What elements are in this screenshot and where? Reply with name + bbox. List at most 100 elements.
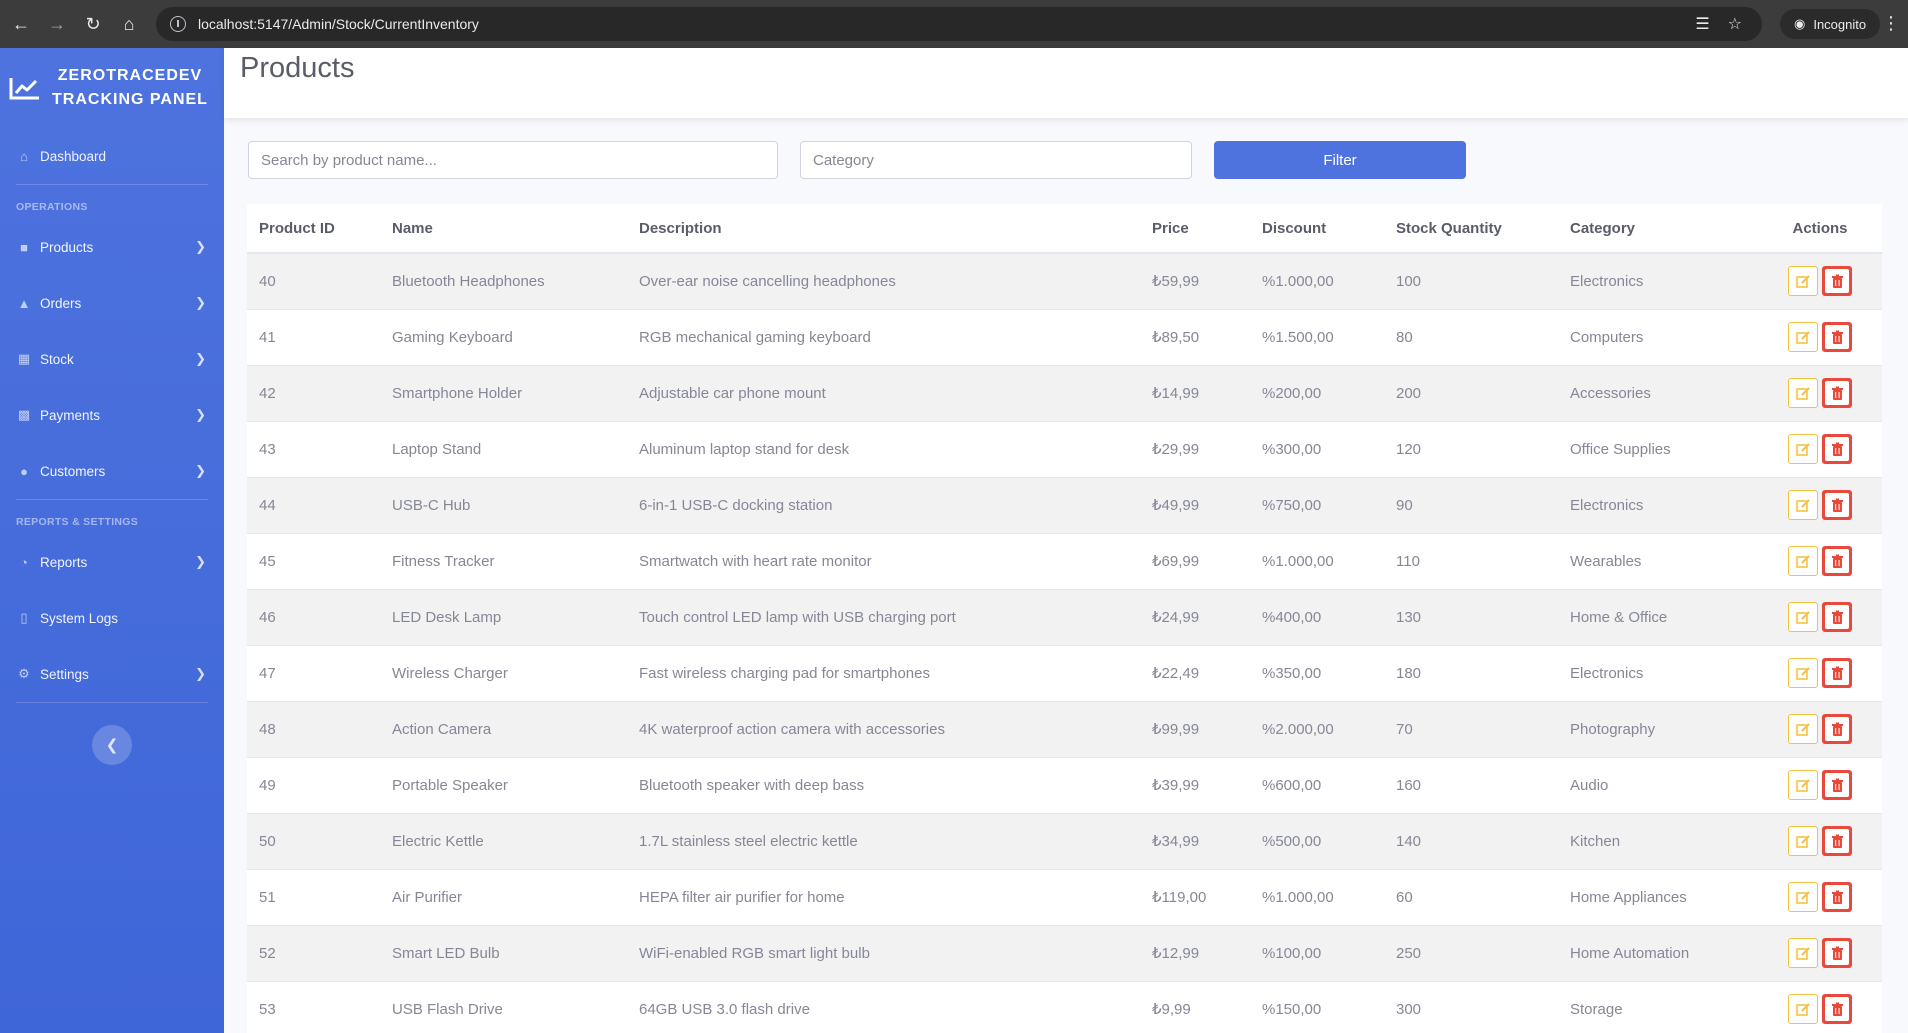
description-cell: RGB mechanical gaming keyboard [627,308,1140,365]
sidebar-item-reports[interactable]: ◔ Reports ❯ [0,534,224,590]
discount-cell: %2.000,00 [1250,700,1384,757]
price-cell: ₺89,50 [1140,308,1250,365]
price-cell: ₺59,99 [1140,252,1250,309]
back-icon[interactable]: ← [6,9,36,39]
delete-button[interactable] [1822,714,1852,744]
incognito-icon: ◉ [1794,16,1806,31]
edit-button[interactable] [1788,322,1818,352]
brand[interactable]: ZEROTRACEDEV TRACKING PANEL [0,48,224,128]
name-cell: Action Camera [380,700,627,757]
discount-cell: %100,00 [1250,924,1384,981]
edit-button[interactable] [1788,714,1818,744]
trash-icon [1832,386,1843,400]
column-header[interactable]: Stock Quantity [1384,204,1558,254]
sidebar-item-dashboard[interactable]: ⌂ Dashboard [0,128,224,184]
sidebar-item-label: Orders [40,295,82,311]
filter-button[interactable]: Filter [1214,141,1466,179]
delete-button[interactable] [1822,546,1852,576]
edit-button[interactable] [1788,266,1818,297]
category-cell: Office Supplies [1558,420,1758,477]
sidebar-item-orders[interactable]: ▲ Orders ❯ [0,275,224,331]
sidebar-item-payments[interactable]: ▩ Payments ❯ [0,387,224,443]
address-bar[interactable]: localhost:5147/Admin/Stock/CurrentInvent… [156,7,1762,41]
delete-button[interactable] [1822,938,1852,968]
column-header[interactable]: Product ID [247,204,380,254]
delete-button[interactable] [1822,882,1852,912]
edit-button[interactable] [1788,546,1818,576]
name-cell: Air Purifier [380,868,627,925]
edit-button[interactable] [1788,882,1818,912]
table-row: 46 LED Desk Lamp Touch control LED lamp wi… [247,588,1882,645]
actions-cell [1758,588,1882,645]
sidebar-item-label: Reports [40,554,88,570]
stock-quantity-cell: 110 [1384,532,1558,589]
name-cell: Laptop Stand [380,420,627,477]
delete-button[interactable] [1822,770,1852,800]
delete-button[interactable] [1822,490,1852,520]
edit-button[interactable] [1788,994,1818,1025]
search-input[interactable]: Search by product name... [248,141,778,179]
column-header[interactable]: Discount [1250,204,1384,254]
category-cell: Electronics [1558,252,1758,309]
delete-button[interactable] [1822,994,1852,1025]
stock-quantity-cell: 100 [1384,252,1558,309]
edit-icon [1796,611,1810,624]
description-cell: 1.7L stainless steel electric kettle [627,812,1140,869]
forward-icon[interactable]: → [42,9,72,39]
money-bill-icon: ▩ [17,407,31,422]
reload-icon[interactable]: ↻ [78,9,108,39]
column-header[interactable]: Name [380,204,627,254]
delete-button[interactable] [1822,602,1852,632]
sidebar-item-customers[interactable]: ● Customers ❯ [0,443,224,499]
sidebar-item-stock[interactable]: ▦ Stock ❯ [0,331,224,387]
column-header[interactable]: Category [1558,204,1758,254]
edit-icon [1796,835,1810,848]
delete-button[interactable] [1822,434,1852,464]
delete-button[interactable] [1822,378,1852,408]
sidebar-item-label: Payments [40,407,101,423]
edit-button[interactable] [1788,434,1818,464]
sidebar-toggle-button[interactable]: ❮ [92,725,132,765]
edit-button[interactable] [1788,490,1818,520]
delete-button[interactable] [1822,826,1852,856]
discount-cell: %1.000,00 [1250,532,1384,589]
product-id-cell: 45 [247,532,380,589]
bookmark-star-icon[interactable]: ☆ [1728,14,1742,34]
chevron-right-icon: ❯ [195,239,206,254]
name-cell: Smartphone Holder [380,364,627,421]
sidebar-item-label: Customers [40,463,106,479]
column-header[interactable]: Description [627,204,1140,254]
sidebar-item-label: Stock [40,351,74,367]
column-header[interactable]: Price [1140,204,1250,254]
edit-button[interactable] [1788,602,1818,632]
trash-icon [1832,778,1843,792]
edit-button[interactable] [1788,658,1818,688]
translate-icon[interactable]: ☰ [1695,14,1709,34]
category-input[interactable]: Category [800,141,1192,179]
price-cell: ₺22,49 [1140,644,1250,701]
delete-button[interactable] [1822,658,1852,688]
name-cell: Fitness Tracker [380,532,627,589]
actions-cell [1758,924,1882,981]
edit-button[interactable] [1788,770,1818,800]
table-row: 40 Bluetooth Headphones Over-ear noise can… [247,252,1882,309]
discount-cell: %1.000,00 [1250,868,1384,925]
trash-icon [1832,890,1843,904]
actions-cell [1758,308,1882,365]
edit-button[interactable] [1788,826,1818,856]
sidebar-item-settings[interactable]: ⚙ Settings ❯ [0,646,224,702]
edit-button[interactable] [1788,378,1818,408]
product-id-cell: 42 [247,364,380,421]
sidebar-item-products[interactable]: ■ Products ❯ [0,219,224,275]
home-icon[interactable]: ⌂ [114,9,144,39]
browser-menu-icon[interactable]: ⋮ [1882,13,1900,34]
category-cell: Home & Office [1558,588,1758,645]
sidebar-item-system-logs[interactable]: ▯ System Logs [0,590,224,646]
trash-icon [1832,834,1843,848]
edit-button[interactable] [1788,938,1818,968]
incognito-badge[interactable]: ◉ Incognito [1780,9,1881,39]
site-info-icon[interactable] [170,16,186,32]
delete-button[interactable] [1822,266,1852,297]
url-text[interactable]: localhost:5147/Admin/Stock/CurrentInvent… [198,16,479,32]
delete-button[interactable] [1822,322,1852,352]
